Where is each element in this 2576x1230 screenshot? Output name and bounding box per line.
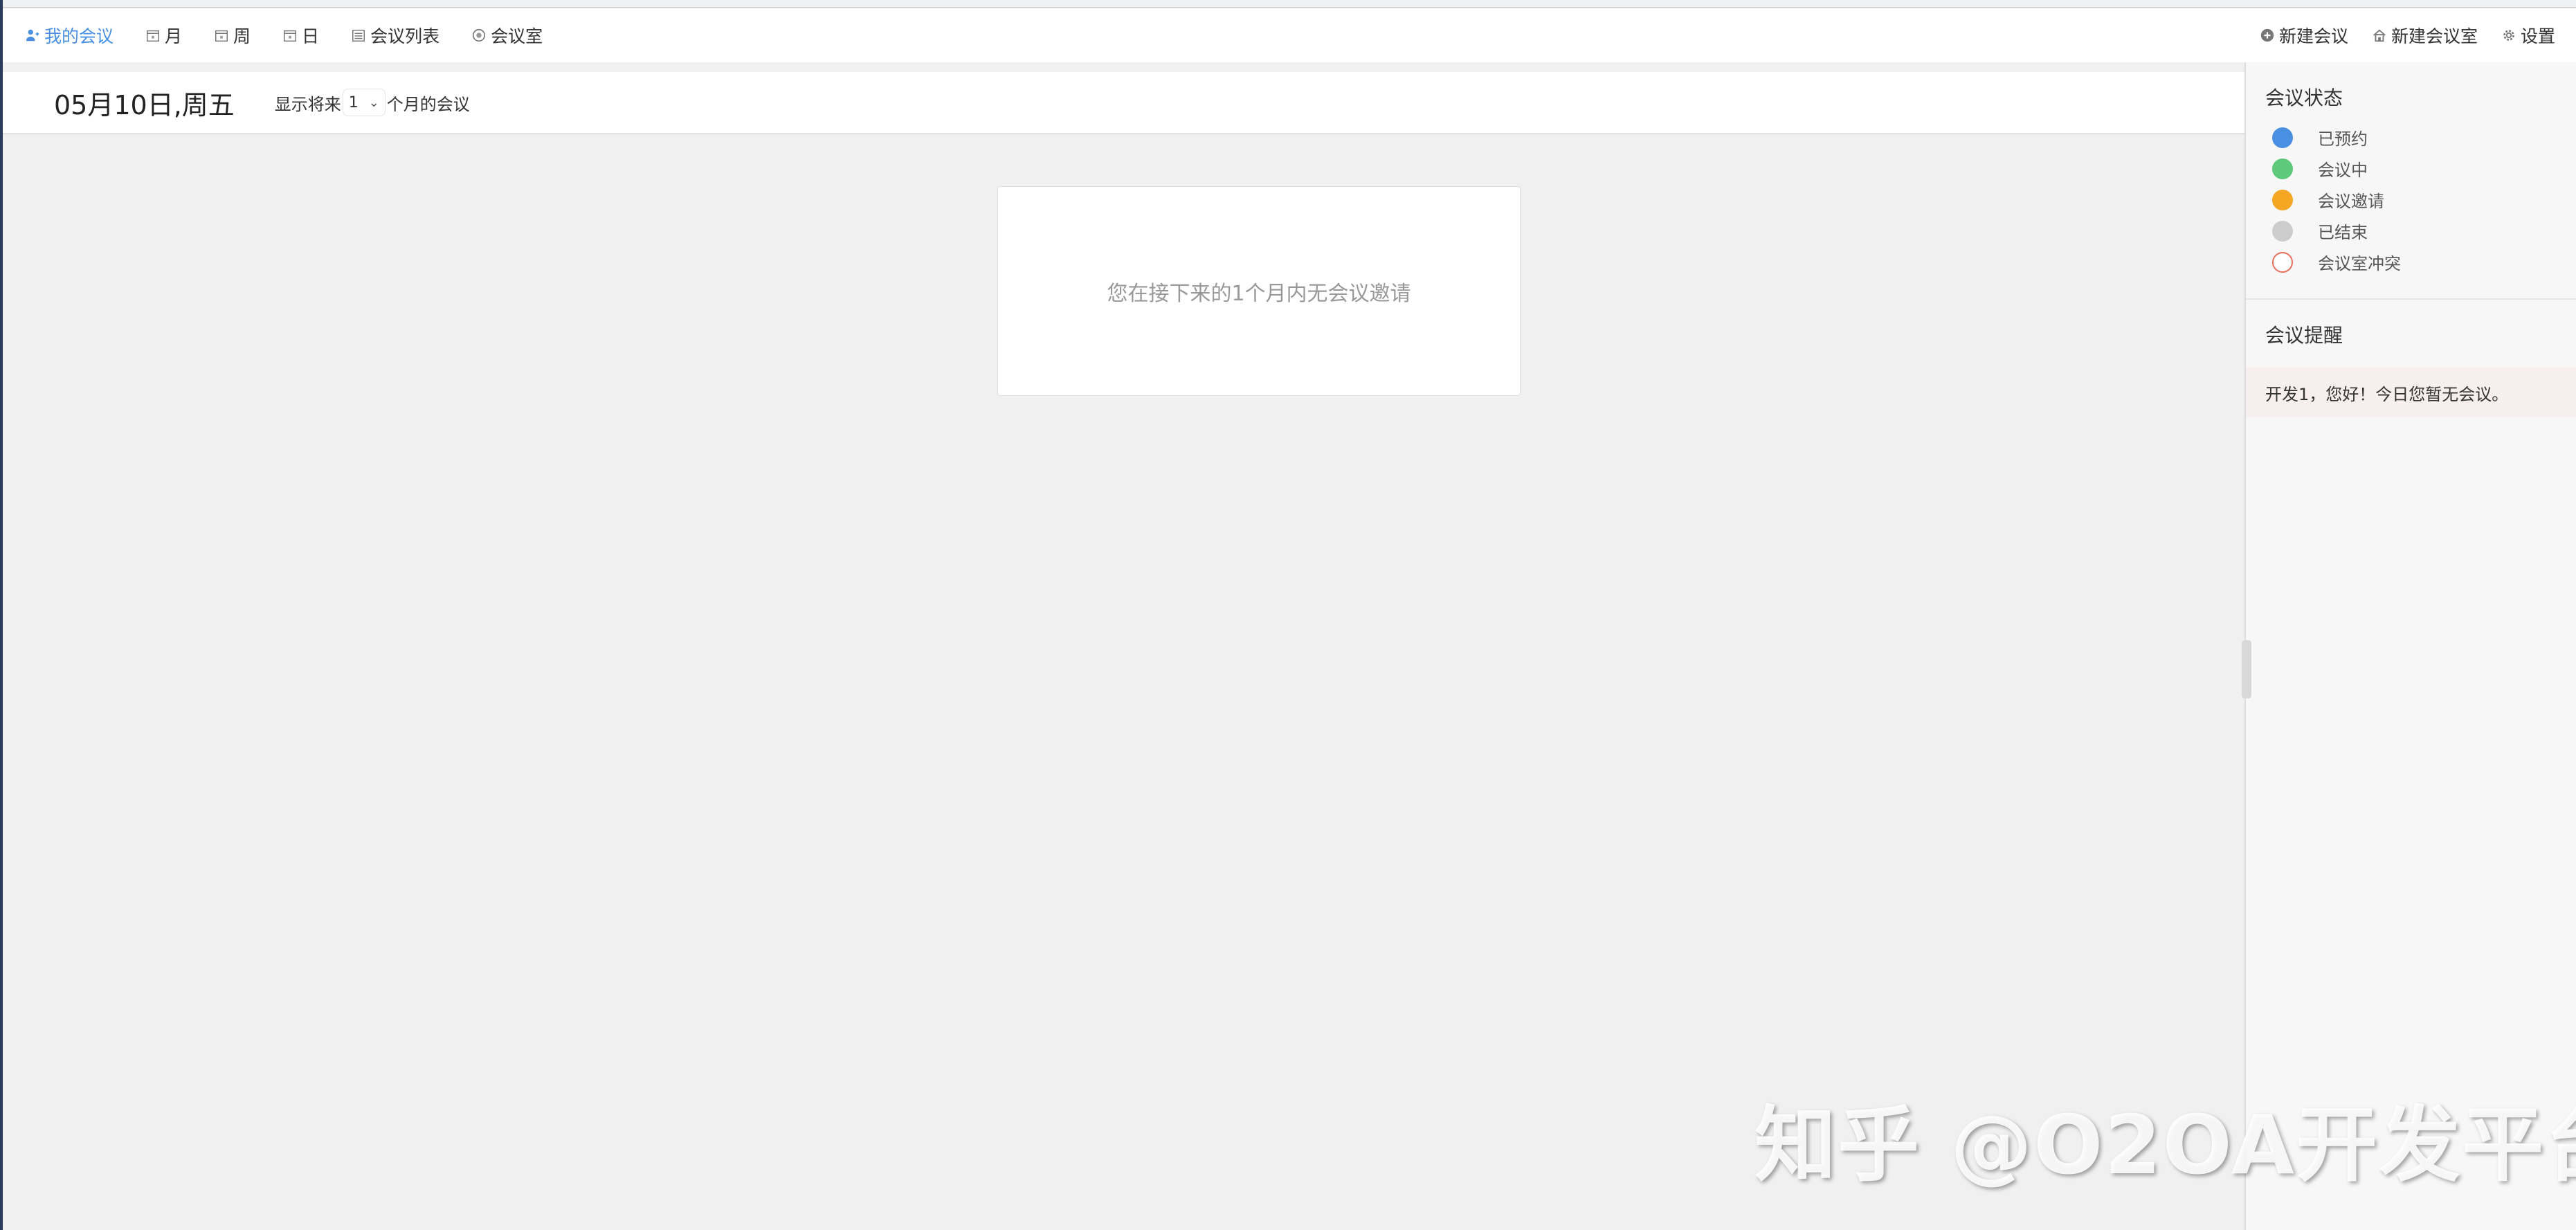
nav-label: 我的会议 [44,26,114,46]
nav-day[interactable]: 日 [281,23,319,48]
status-dot [2272,158,2293,179]
sidebar-collapse-handle[interactable] [2242,640,2251,698]
settings-button[interactable]: 设置 [2500,23,2555,48]
room-icon [470,26,488,44]
gear-icon [2500,26,2518,44]
status-label: 会议室冲突 [2318,254,2401,273]
status-item-invitation: 会议邀请 [2272,184,2576,215]
right-sidebar: 会议状态 已预约 会议中 会议邀请 已结束 会议室冲突 会议提醒 开发1，您好！… [2242,62,2576,1230]
status-label: 会议中 [2318,161,2368,180]
list-icon [350,26,368,44]
status-legend-title: 会议状态 [2265,87,2343,109]
show-range-prefix: 显示将来 [274,94,341,114]
status-item-ended: 已结束 [2272,215,2576,246]
date-toolbar: 05月10日,周五 显示将来 1 ⌄ 个月的会议 [3,72,2244,134]
nav-left-group: 我的会议 月 周 日 会议列表 会议室 [24,23,573,48]
months-select-value: 1 [348,93,359,111]
calendar-icon [281,26,299,44]
nav-label: 会议室 [491,26,543,46]
calendar-icon [144,26,162,44]
nav-meeting-list[interactable]: 会议列表 [350,23,439,48]
status-dot [2272,189,2293,210]
nav-label: 设置 [2520,26,2555,46]
home-icon [2370,26,2388,44]
nav-my-meetings[interactable]: 我的会议 [24,23,114,48]
window-top-border [0,0,2576,8]
status-dot [2272,220,2293,242]
status-item-booked: 已预约 [2272,122,2576,153]
empty-state-card: 您在接下来的1个月内无会议邀请 [997,186,1521,396]
chevron-down-icon: ⌄ [368,95,379,110]
reminder-text: 开发1，您好！今日您暂无会议。 [2265,384,2509,404]
status-dot [2272,127,2293,148]
status-legend: 已预约 会议中 会议邀请 已结束 会议室冲突 [2246,111,2576,278]
status-item-room-conflict: 会议室冲突 [2272,246,2576,278]
top-navigation-bar: 我的会议 月 周 日 会议列表 会议室 新建会议 新建会议室 设置 [3,8,2576,62]
header-spacer [3,62,2244,72]
status-label: 已结束 [2318,223,2368,242]
months-select[interactable]: 1 ⌄ [342,89,386,116]
empty-state-message: 您在接下来的1个月内无会议邀请 [1107,281,1411,306]
status-item-in-progress: 会议中 [2272,153,2576,184]
nav-week[interactable]: 周 [212,23,251,48]
nav-right-group: 新建会议 新建会议室 设置 [2236,23,2555,48]
calendar-icon [212,26,230,44]
nav-label: 新建会议 [2278,26,2348,46]
reminder-message: 开发1，您好！今日您暂无会议。 [2246,368,2576,417]
nav-label: 新建会议室 [2391,26,2478,46]
nav-label: 会议列表 [370,26,440,46]
user-icon [24,26,42,44]
current-date-title: 05月10日,周五 [54,89,235,120]
plus-circle-icon [2258,26,2276,44]
nav-month[interactable]: 月 [144,23,182,48]
status-label: 已预约 [2318,129,2368,149]
nav-label: 周 [233,26,251,46]
nav-meeting-room[interactable]: 会议室 [470,23,543,48]
new-meeting-button[interactable]: 新建会议 [2258,23,2348,48]
new-meeting-room-button[interactable]: 新建会议室 [2370,23,2478,48]
nav-label: 日 [302,26,320,46]
watermark-text: 知乎 @O2OA开发平台 [1754,1097,2576,1193]
main-content: 您在接下来的1个月内无会议邀请 [3,134,2244,1230]
nav-label: 月 [165,26,183,46]
show-range-suffix: 个月的会议 [386,94,470,114]
reminder-title: 会议提醒 [2265,324,2343,347]
status-label: 会议邀请 [2318,192,2384,211]
status-dot [2272,251,2293,273]
